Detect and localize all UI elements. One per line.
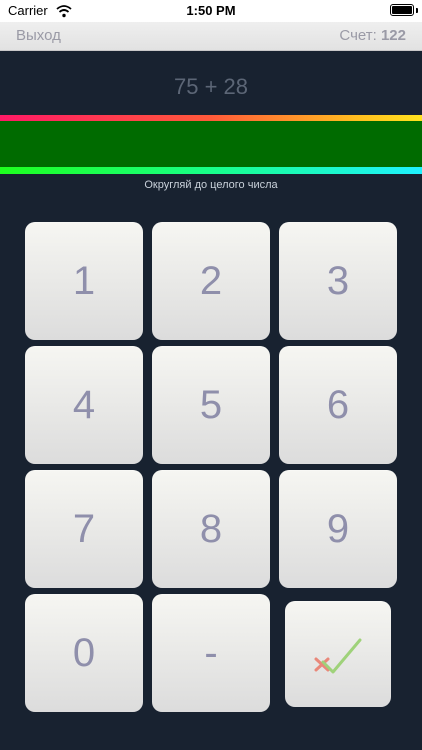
key-8[interactable]: 8 bbox=[152, 470, 270, 588]
score-display: Счет: 122 bbox=[339, 27, 406, 44]
battery-icon bbox=[390, 4, 414, 16]
timer-bar-bottom bbox=[0, 167, 422, 174]
answer-area bbox=[0, 121, 422, 167]
key-5[interactable]: 5 bbox=[152, 346, 270, 464]
status-bar: Carrier 1:50 PM bbox=[0, 0, 422, 22]
key-4[interactable]: 4 bbox=[25, 346, 143, 464]
score-value: 122 bbox=[380, 27, 406, 44]
score-label: Счет: bbox=[339, 27, 377, 44]
key-3[interactable]: 3 bbox=[279, 222, 397, 340]
key-1[interactable]: 1 bbox=[25, 222, 143, 340]
battery-cap bbox=[416, 8, 418, 13]
key-6[interactable]: 6 bbox=[279, 346, 397, 464]
key-0[interactable]: 0 bbox=[25, 594, 143, 712]
hint-text: Округляй до целого числа bbox=[144, 179, 278, 191]
submit-button[interactable] bbox=[285, 601, 391, 707]
check-cross-icon bbox=[314, 638, 362, 674]
key-minus[interactable]: - bbox=[152, 594, 270, 712]
key-7[interactable]: 7 bbox=[25, 470, 143, 588]
key-9[interactable]: 9 bbox=[279, 470, 397, 588]
exit-button[interactable]: Выход bbox=[16, 27, 61, 44]
problem-text: 75 + 28 bbox=[173, 74, 248, 99]
nav-bar: Выход Счет: 122 bbox=[0, 22, 422, 51]
clock: 1:50 PM bbox=[186, 3, 236, 18]
key-2[interactable]: 2 bbox=[152, 222, 270, 340]
